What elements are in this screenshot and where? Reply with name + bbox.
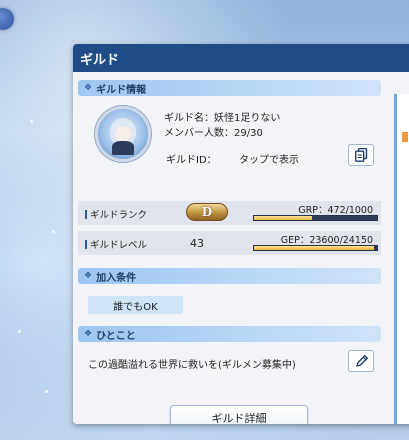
member-count-row: メンバー人数：29/30 xyxy=(164,124,263,139)
background-snow xyxy=(45,390,48,393)
guild-rank-label: ギルドランク xyxy=(85,207,147,221)
guild-level-value: 43 xyxy=(190,237,204,250)
member-count: 29/30 xyxy=(234,128,263,139)
background-snow xyxy=(52,230,55,233)
gep-progress-fill xyxy=(254,246,375,250)
side-panel-marker xyxy=(402,132,408,142)
copy-icon xyxy=(355,148,368,162)
side-panel-edge[interactable] xyxy=(394,94,409,424)
guild-level-label: ギルドレベル xyxy=(85,237,147,251)
guild-level-row: ギルドレベル 43 GEP：23600/24150 xyxy=(78,231,381,255)
guild-id-reveal[interactable]: タップで表示 xyxy=(239,151,299,166)
grp-progress-fill xyxy=(254,216,313,220)
pencil-icon xyxy=(356,355,368,367)
guild-detail-button[interactable]: ギルド詳細 xyxy=(170,405,308,424)
join-condition-chip: 誰でもOK xyxy=(88,296,183,314)
grp-value: GRP：472/1000 xyxy=(298,205,373,216)
gep-value: GEP：23600/24150 xyxy=(280,235,373,246)
guild-name-label: ギルド名： xyxy=(164,113,214,124)
background-snow xyxy=(30,120,33,123)
grp-progress-bar xyxy=(253,215,378,221)
guild-panel: ギルド ❖ ギルド情報 ギルド名：妖怪1足りない メンバー人数：29/30 ギル… xyxy=(73,44,409,424)
diamond-icon: ❖ xyxy=(84,329,93,339)
guild-message: この過酷溢れる世界に救いを(ギルメン募集中) xyxy=(88,360,296,371)
message-header: ❖ ひとこと xyxy=(78,326,381,342)
member-count-label: メンバー人数： xyxy=(164,128,234,139)
background-snow xyxy=(18,330,21,333)
join-conditions-header: ❖ 加入条件 xyxy=(78,268,381,284)
background-orb xyxy=(0,8,14,30)
edit-message-button[interactable] xyxy=(348,350,374,372)
panel-title: ギルド xyxy=(73,44,409,72)
guild-name: 妖怪1足りない xyxy=(214,113,281,124)
diamond-icon: ❖ xyxy=(84,271,93,281)
guild-emblem xyxy=(95,106,151,162)
rank-badge: D xyxy=(186,203,228,221)
copy-id-button[interactable] xyxy=(348,144,374,166)
guild-id-label: ギルドID： xyxy=(166,155,217,166)
diamond-icon: ❖ xyxy=(84,83,93,93)
guild-name-row: ギルド名：妖怪1足りない xyxy=(164,109,280,124)
guild-info-header: ❖ ギルド情報 xyxy=(78,80,381,96)
panel-content: ❖ ギルド情報 ギルド名：妖怪1足りない メンバー人数：29/30 ギルドID：… xyxy=(73,72,409,424)
guild-rank-row: ギルドランク D GRP：472/1000 xyxy=(78,201,381,225)
gep-progress-bar xyxy=(253,245,378,251)
